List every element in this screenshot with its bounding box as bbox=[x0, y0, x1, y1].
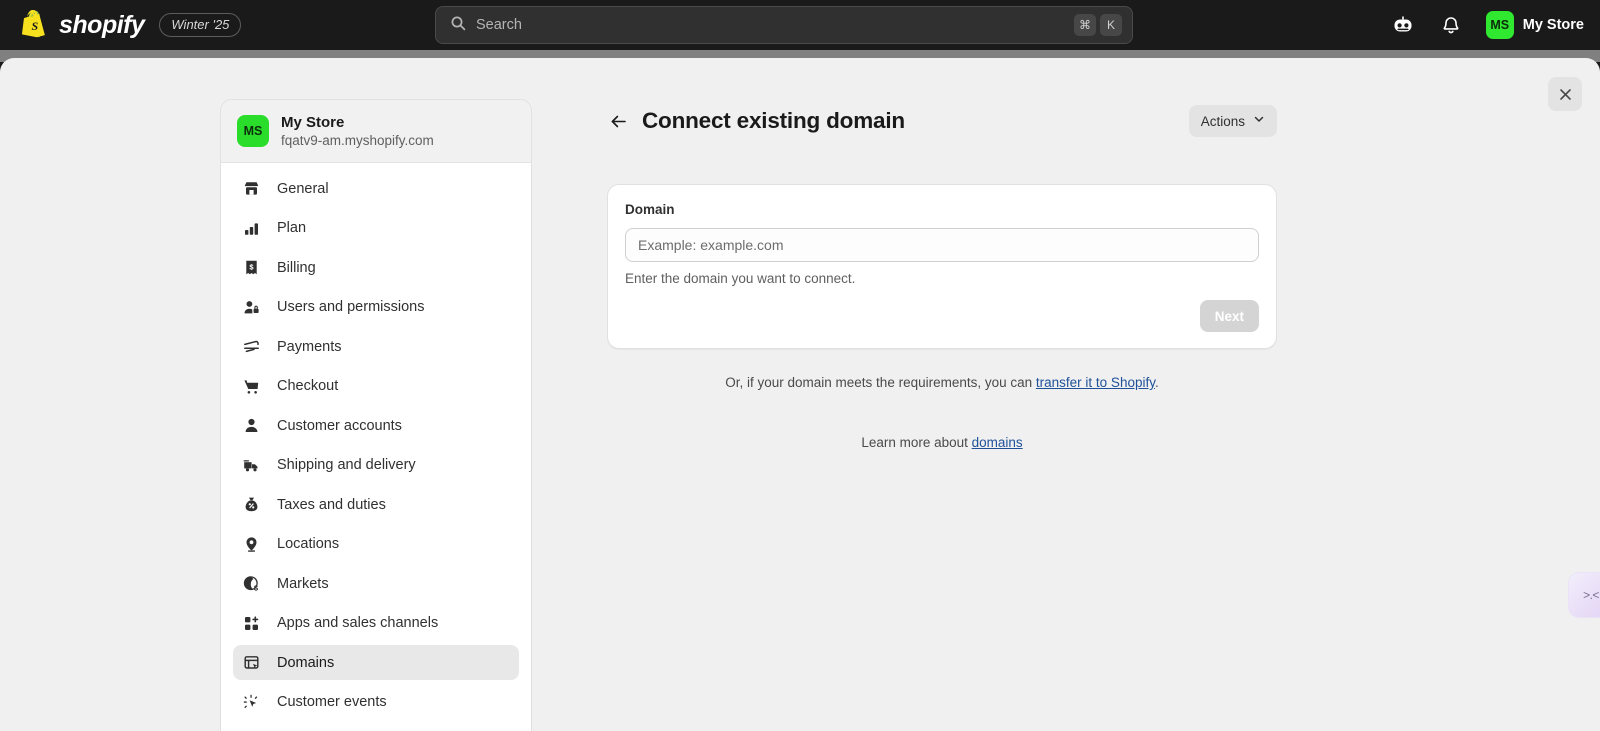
sidebar-item-label: Customer events bbox=[277, 694, 387, 710]
cursor-sparkle-icon bbox=[241, 692, 261, 712]
sidebar-item-label: Payments bbox=[277, 338, 342, 355]
shortcut-modifier-key: ⌘ bbox=[1074, 14, 1096, 36]
learn-more-before: Learn more about bbox=[861, 435, 972, 450]
user-menu[interactable]: MS My Store bbox=[1485, 11, 1584, 39]
settings-menu: General Plan $ Billing Users and permiss… bbox=[221, 163, 531, 731]
credit-card-swipe-icon bbox=[241, 337, 261, 357]
money-bag-percent-icon bbox=[241, 495, 261, 515]
domain-card: Domain Example: example.com Enter the do… bbox=[607, 184, 1277, 349]
transfer-note-before: Or, if your domain meets the requirement… bbox=[725, 375, 1036, 390]
chart-bar-icon bbox=[241, 218, 261, 238]
svg-text:S: S bbox=[32, 19, 39, 33]
sidebar-item-taxes-and-duties[interactable]: Taxes and duties bbox=[233, 487, 519, 522]
page-surface: MS My Store fqatv9-am.myshopify.com Gene… bbox=[0, 58, 1600, 731]
sidebar-item-domains[interactable]: Domains bbox=[233, 645, 519, 680]
sidebar-item-apps-and-sales-channels[interactable]: Apps and sales channels bbox=[233, 606, 519, 641]
search-placeholder: Search bbox=[476, 17, 522, 33]
store-url: fqatv9-am.myshopify.com bbox=[281, 133, 434, 148]
domain-input[interactable]: Example: example.com bbox=[625, 228, 1259, 262]
page-title: Connect existing domain bbox=[642, 108, 905, 133]
actions-label: Actions bbox=[1200, 113, 1245, 129]
sidebar-item-payments[interactable]: Payments bbox=[233, 329, 519, 364]
sidebar-item-customer-events[interactable]: Customer events bbox=[233, 685, 519, 720]
domains-help-link[interactable]: domains bbox=[972, 435, 1023, 450]
sidebar-item-label: Plan bbox=[277, 220, 307, 236]
sidebar-item-notifications[interactable]: Notifications bbox=[233, 724, 519, 731]
sidebar-item-label: Billing bbox=[277, 259, 316, 276]
transfer-note-after: . bbox=[1154, 375, 1159, 390]
shortcut-letter-key: K bbox=[1100, 14, 1122, 36]
avatar: MS bbox=[1485, 11, 1514, 39]
top-bar: S shopify Winter '25 Search ⌘ K MS My St… bbox=[0, 0, 1600, 50]
sidebar-item-customer-accounts[interactable]: Customer accounts bbox=[233, 408, 519, 443]
sidebar-item-plan[interactable]: Plan bbox=[233, 211, 519, 246]
receipt-dollar-icon: $ bbox=[241, 258, 261, 278]
domain-input-placeholder: Example: example.com bbox=[638, 237, 784, 253]
sidebar-item-locations[interactable]: Locations bbox=[233, 527, 519, 562]
globe-dollar-icon: $ bbox=[241, 574, 261, 594]
close-button[interactable] bbox=[1548, 77, 1582, 111]
store-avatar: MS bbox=[237, 115, 269, 147]
top-bar-actions: MS My Store bbox=[1388, 0, 1584, 50]
store-name: My Store bbox=[281, 114, 345, 131]
bell-icon[interactable] bbox=[1436, 10, 1466, 40]
shopify-bag-icon: S bbox=[20, 9, 48, 41]
sidebar-item-markets[interactable]: $ Markets bbox=[233, 566, 519, 601]
sidebar-item-label: Domains bbox=[277, 654, 335, 671]
person-lock-icon bbox=[241, 297, 261, 317]
delivery-truck-icon bbox=[241, 455, 261, 475]
actions-button[interactable]: Actions bbox=[1188, 105, 1277, 137]
global-search[interactable]: Search ⌘ K bbox=[435, 6, 1133, 44]
sidekick-robot-icon[interactable] bbox=[1388, 10, 1418, 40]
season-badge: Winter '25 bbox=[159, 13, 242, 37]
brand-wordmark: shopify bbox=[59, 10, 145, 39]
store-icon bbox=[241, 179, 261, 199]
learn-more-note: Learn more about domains bbox=[607, 435, 1277, 450]
next-button[interactable]: Next bbox=[1199, 300, 1259, 332]
sidebar-item-label: Customer accounts bbox=[277, 417, 402, 434]
domain-window-icon bbox=[241, 653, 261, 673]
user-name: My Store bbox=[1522, 17, 1584, 33]
transfer-note: Or, if your domain meets the requirement… bbox=[607, 375, 1277, 390]
location-pin-icon bbox=[241, 534, 261, 554]
sidebar-item-label: Checkout bbox=[277, 378, 339, 394]
sidebar-item-billing[interactable]: $ Billing bbox=[233, 250, 519, 285]
sidebar-item-checkout[interactable]: Checkout bbox=[233, 369, 519, 404]
sidebar-item-label: Apps and sales channels bbox=[277, 615, 439, 631]
sidebar-item-users-and-permissions[interactable]: Users and permissions bbox=[233, 290, 519, 325]
store-header[interactable]: MS My Store fqatv9-am.myshopify.com bbox=[221, 100, 531, 163]
sidebar-item-label: General bbox=[277, 180, 329, 197]
card-footer: Next bbox=[625, 286, 1259, 348]
domain-field-label: Domain bbox=[625, 202, 675, 217]
sidebar-item-shipping-and-delivery[interactable]: Shipping and delivery bbox=[233, 448, 519, 483]
search-input[interactable]: Search ⌘ K bbox=[435, 6, 1133, 44]
sidebar-item-label: Users and permissions bbox=[277, 299, 425, 315]
sidebar-item-label: Taxes and duties bbox=[277, 496, 386, 513]
sidebar-item-label: Markets bbox=[277, 575, 329, 592]
search-icon bbox=[450, 15, 466, 36]
chevron-down-icon bbox=[1253, 112, 1265, 130]
transfer-to-shopify-link[interactable]: transfer it to Shopify bbox=[1036, 375, 1155, 390]
settings-sidebar: MS My Store fqatv9-am.myshopify.com Gene… bbox=[220, 99, 532, 731]
person-icon bbox=[241, 416, 261, 436]
svg-text:$: $ bbox=[253, 583, 258, 592]
apps-grid-plus-icon bbox=[241, 613, 261, 633]
sidebar-item-general[interactable]: General bbox=[233, 171, 519, 206]
sidebar-item-label: Shipping and delivery bbox=[277, 457, 416, 473]
cart-icon bbox=[241, 376, 261, 396]
domain-help-text: Enter the domain you want to connect. bbox=[625, 271, 856, 286]
sidebar-item-label: Locations bbox=[277, 536, 340, 552]
kaomoji-face-icon[interactable]: >.< bbox=[1568, 572, 1600, 618]
arrow-left-icon[interactable] bbox=[607, 110, 629, 132]
brand-logo-group[interactable]: S shopify Winter '25 bbox=[0, 9, 242, 41]
page-header: Connect existing domain Actions bbox=[607, 99, 1277, 143]
main-content: Connect existing domain Actions Domain E… bbox=[607, 99, 1277, 450]
